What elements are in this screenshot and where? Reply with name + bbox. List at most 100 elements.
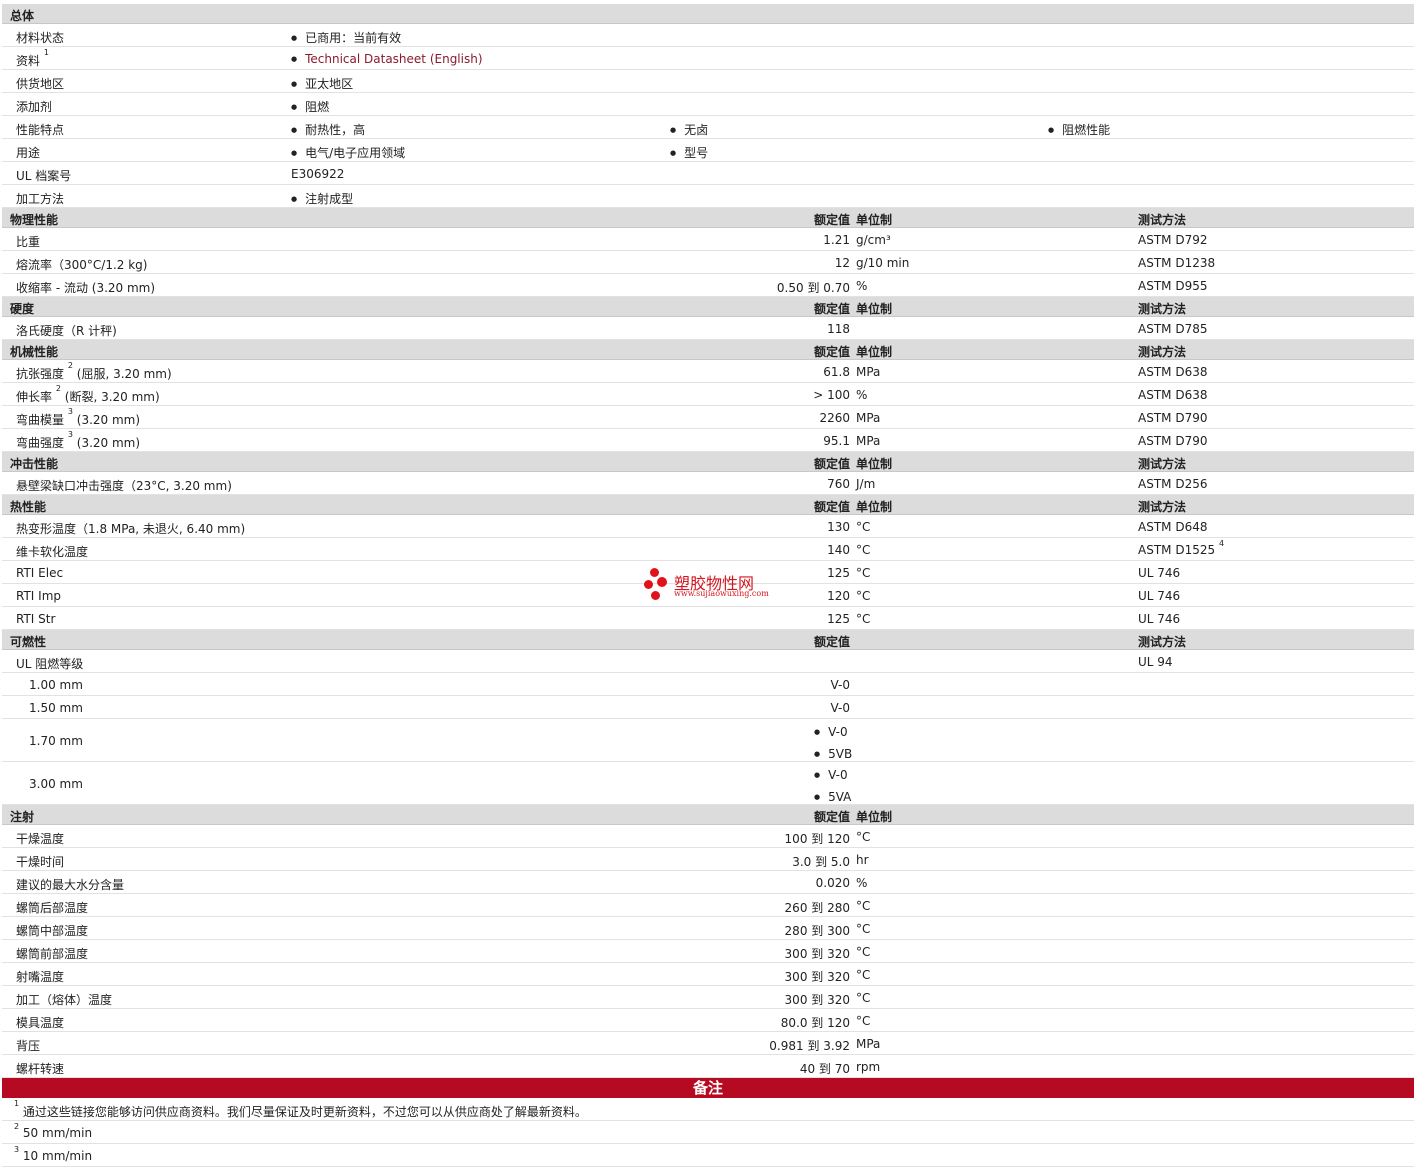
col-nominal: 额定值 xyxy=(813,345,850,359)
row-value: 12 xyxy=(834,256,850,270)
footnote-ref: 1 xyxy=(43,48,49,57)
col-unit: 单位制 xyxy=(856,500,893,514)
row-unit: MPa xyxy=(856,1037,881,1051)
row-tensile: 抗张强度 2 (屈服, 3.20 mm) 61.8 MPa ASTM D638 xyxy=(2,360,1414,383)
row-unit: °C xyxy=(856,1014,871,1028)
row-flex-strength: 弯曲强度 3 (3.20 mm) 95.1 MPa ASTM D790 xyxy=(2,429,1414,452)
row-value: 型号 xyxy=(670,144,708,161)
row-value: 760 xyxy=(827,477,850,491)
notes-header: 备注 xyxy=(2,1078,1414,1098)
footnote-marker: 3 xyxy=(14,1145,20,1154)
row-value: 300 到 320 xyxy=(784,993,850,1007)
row-unit: °C xyxy=(856,543,871,557)
row-back-pressure: 背压 0.981 到 3.92 MPa xyxy=(2,1032,1414,1055)
row-test: ASTM D1525 4 xyxy=(1138,539,1225,557)
row-label: 螺筒前部温度 xyxy=(16,947,89,961)
row-label: 1.00 mm xyxy=(29,678,83,692)
row-label: 资料 1 xyxy=(16,48,49,68)
row-test: ASTM D790 xyxy=(1138,411,1208,425)
row-label: 材料状态 xyxy=(16,31,65,45)
row-screw-speed: 螺杆转速 40 到 70 rpm xyxy=(2,1055,1414,1078)
row-unit: MPa xyxy=(856,365,881,379)
row-flex-modulus: 弯曲模量 3 (3.20 mm) 2260 MPa ASTM D790 xyxy=(2,406,1414,429)
section-title: 硬度 xyxy=(10,302,35,316)
row-unit: °C xyxy=(856,899,871,913)
row-shrinkage: 收缩率 - 流动 (3.20 mm) 0.50 到 0.70 % ASTM D9… xyxy=(2,274,1414,297)
row-value: 280 到 300 xyxy=(784,924,850,938)
footnote-marker: 2 xyxy=(14,1122,20,1131)
section-title: 冲击性能 xyxy=(10,457,59,471)
row-test: ASTM D792 xyxy=(1138,233,1208,247)
row-front-temp: 螺筒前部温度 300 到 320 °C xyxy=(2,940,1414,963)
section-title: 机械性能 xyxy=(10,345,59,359)
row-value: 无卤 xyxy=(670,121,708,138)
row-test: UL 746 xyxy=(1138,589,1181,603)
row-label: 悬壁梁缺口冲击强度（23°C, 3.20 mm) xyxy=(16,479,232,493)
row-unit: °C xyxy=(856,922,871,936)
col-test: 测试方法 xyxy=(1138,635,1187,649)
row-label: 模具温度 xyxy=(16,1016,65,1030)
col-unit: 单位制 xyxy=(856,345,893,359)
row-value: 300 到 320 xyxy=(784,947,850,961)
note-2: 2 50 mm/min xyxy=(2,1121,1414,1144)
row-value: 注射成型 xyxy=(291,190,353,207)
row-value: 300 到 320 xyxy=(784,970,850,984)
col-unit: 单位制 xyxy=(856,213,893,227)
col-nominal: 额定值 xyxy=(813,810,850,824)
row-label: 建议的最大水分含量 xyxy=(16,878,125,892)
col-test: 测试方法 xyxy=(1138,500,1187,514)
row-value: 260 到 280 xyxy=(784,901,850,915)
row-value: 118 xyxy=(827,322,850,336)
row-value: 100 到 120 xyxy=(784,832,850,846)
row-value: 耐热性，高 xyxy=(291,121,365,138)
col-unit: 单位制 xyxy=(856,810,893,824)
row-max-moisture: 建议的最大水分含量 0.020% xyxy=(2,871,1414,894)
row-label: 伸长率 2 (断裂, 3.20 mm) xyxy=(16,384,160,404)
footnote-ref: 2 xyxy=(55,384,61,393)
row-rockwell: 洛氏硬度（R 计秤) 118 ASTM D785 xyxy=(2,317,1414,340)
row-label: 比重 xyxy=(16,235,41,249)
row-value: 140 xyxy=(827,543,850,557)
row-unit: °C xyxy=(856,991,871,1005)
logo-dots-icon xyxy=(644,568,668,602)
row-nozzle-temp: 射嘴温度 300 到 320 °C xyxy=(2,963,1414,986)
row-test: ASTM D648 xyxy=(1138,520,1208,534)
row-test: UL 746 xyxy=(1138,566,1181,580)
watermark-url: www.sujiaowuxing.com xyxy=(674,589,769,598)
row-value: 125 xyxy=(827,612,850,626)
row-mold-temp: 模具温度 80.0 到 120 °C xyxy=(2,1009,1414,1032)
row-test: ASTM D955 xyxy=(1138,279,1208,293)
row-value: 95.1 xyxy=(823,434,850,448)
row-value: 130 xyxy=(827,520,850,534)
row-label: 热变形温度（1.8 MPa, 未退火, 6.40 mm) xyxy=(16,522,246,536)
row-middle-temp: 螺筒中部温度 280 到 300 °C xyxy=(2,917,1414,940)
row-ul-1-50: 1.50 mm V-0 xyxy=(2,696,1414,719)
row-features: 性能特点 耐热性，高 无卤 阻燃性能 xyxy=(2,116,1414,139)
section-title: 注射 xyxy=(10,810,35,824)
rating-item: V-0 xyxy=(814,765,851,787)
row-test: UL 746 xyxy=(1138,612,1181,626)
row-melt-temp: 加工（熔体）温度 300 到 320 °C xyxy=(2,986,1414,1009)
datasheet-link[interactable]: Technical Datasheet (English) xyxy=(305,52,482,66)
row-label: 熔流率（300°C/1.2 kg) xyxy=(16,258,148,272)
row-test: ASTM D790 xyxy=(1138,434,1208,448)
row-unit: hr xyxy=(856,853,869,867)
row-unit: g/10 min xyxy=(856,256,910,270)
row-value: > 100 xyxy=(813,388,850,402)
row-value: 1.21 xyxy=(823,233,850,247)
rating-list: V-0 5VA xyxy=(814,765,851,809)
note-text: 50 mm/min xyxy=(22,1126,93,1140)
col-test: 测试方法 xyxy=(1138,457,1187,471)
section-header-impact: 冲击性能 额定值 单位制 测试方法 xyxy=(2,452,1414,472)
row-additive: 添加剂 阻燃 xyxy=(2,93,1414,116)
section-title: 总体 xyxy=(10,9,35,23)
row-documents: 资料 1 Technical Datasheet (English) xyxy=(2,47,1414,70)
row-label: UL 阻燃等级 xyxy=(16,657,84,671)
row-unit: °C xyxy=(856,566,871,580)
watermark-logo: 塑胶物性网 www.sujiaowuxing.com xyxy=(644,568,784,608)
row-test: ASTM D256 xyxy=(1138,477,1208,491)
row-elongation: 伸长率 2 (断裂, 3.20 mm) > 100 % ASTM D638 xyxy=(2,383,1414,406)
note-3: 3 10 mm/min xyxy=(2,1144,1414,1167)
row-ul-3-00: 3.00 mm V-0 5VA xyxy=(2,762,1414,805)
row-label: 干燥温度 xyxy=(16,832,65,846)
